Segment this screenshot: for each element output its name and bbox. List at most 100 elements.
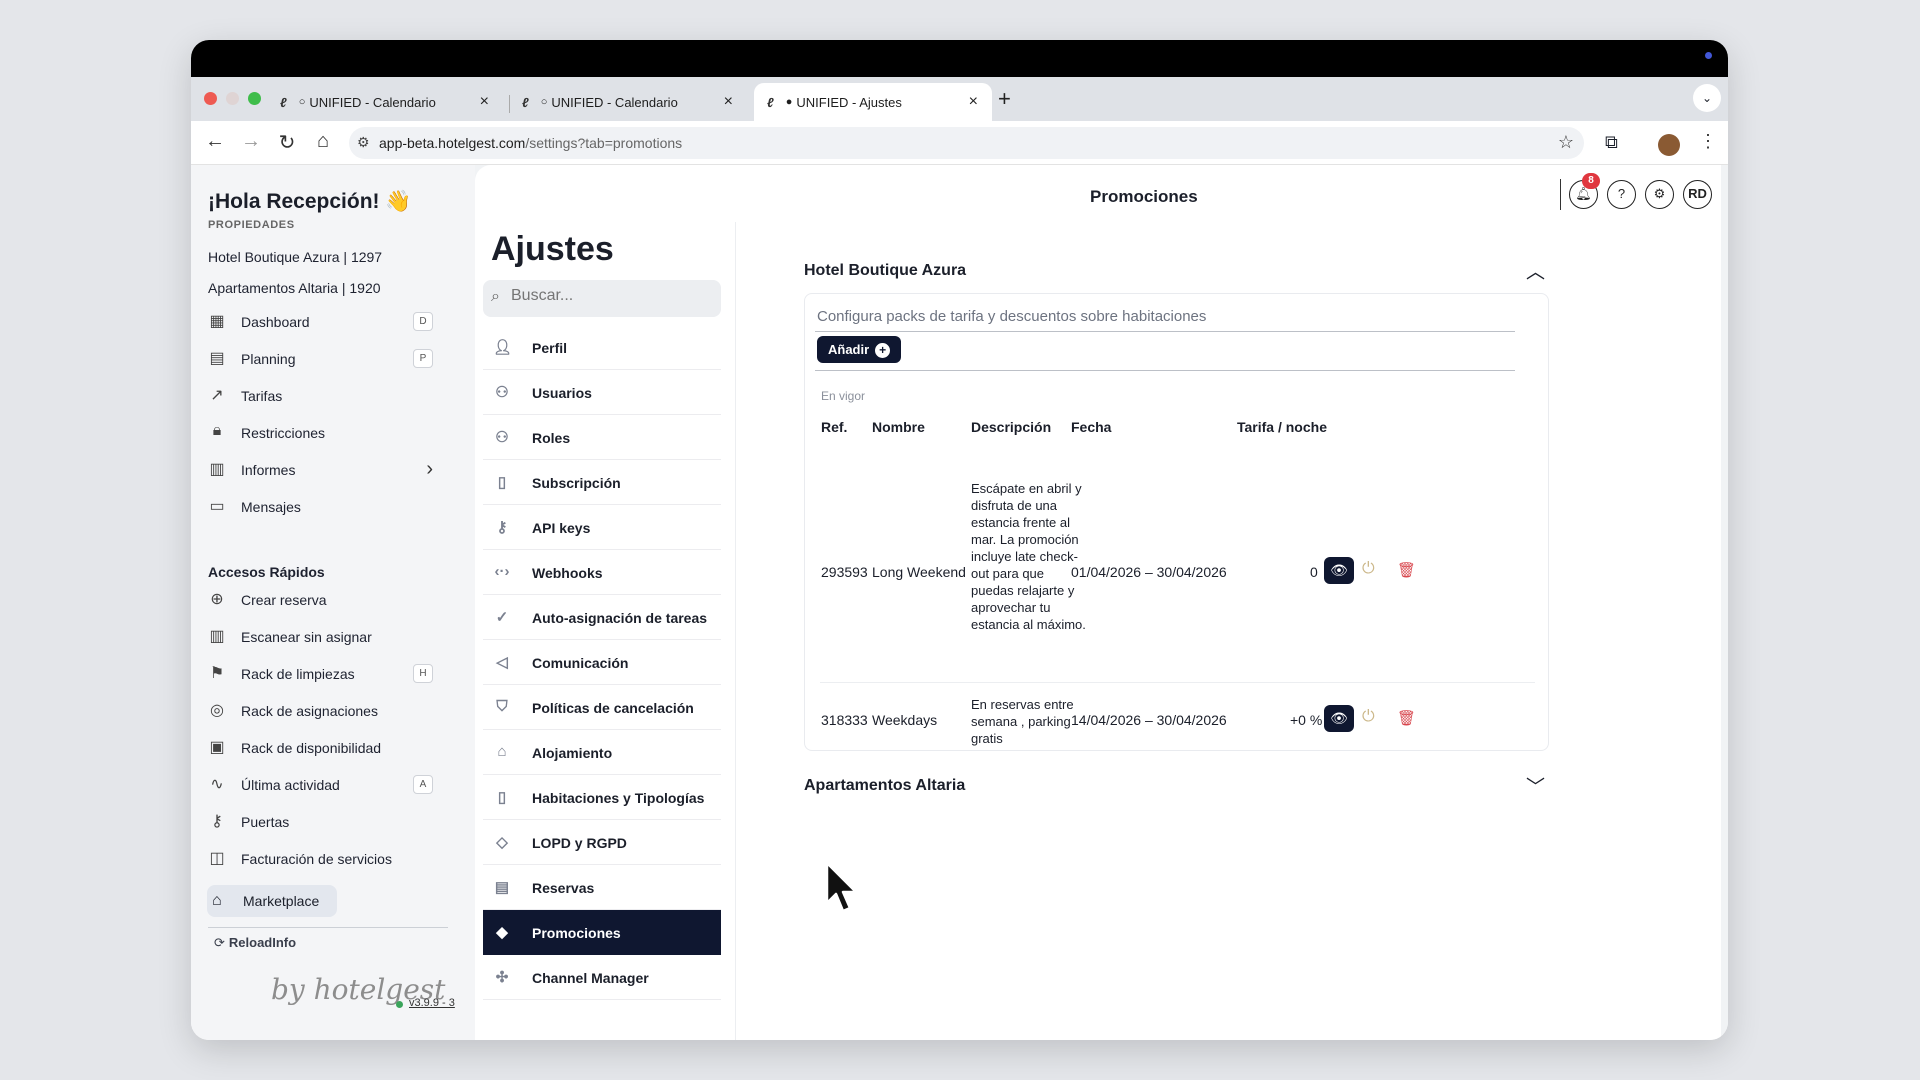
delete-trash-icon[interactable]: 🗑︎: [1397, 561, 1416, 579]
settings-item-channel-manager[interactable]: ✣ Channel Manager: [483, 955, 721, 1000]
settings-item-roles[interactable]: ⚇ Roles: [483, 415, 721, 460]
settings-item-alojamiento[interactable]: ⌂ Alojamiento: [483, 730, 721, 775]
megaphone-icon: ◁: [496, 654, 508, 671]
quick-item-rack-disponibilidad[interactable]: ▣ Rack de disponibilidad: [205, 734, 433, 762]
property-section-card-collapsed[interactable]: Apartamentos Altaria ﹀: [792, 765, 1555, 805]
add-promotion-button[interactable]: Añadir +: [817, 336, 902, 363]
row-rate: 0: [1310, 564, 1318, 580]
reload-icon[interactable]: ↻: [274, 130, 300, 155]
plus-icon: +: [875, 343, 891, 358]
row-ref: 318333: [821, 712, 868, 728]
settings-item-webhooks[interactable]: ‹·› Webhooks: [483, 550, 721, 595]
close-tab-icon[interactable]: ×: [480, 93, 489, 111]
quick-item-ultima-actividad[interactable]: ∿ Última actividad A: [205, 771, 433, 799]
tab-status-icon: ○: [540, 96, 548, 108]
help-button[interactable]: ?: [1607, 180, 1636, 209]
settings-item-auto-asignacion[interactable]: ✓ Auto-asignación de tareas: [483, 595, 721, 640]
view-promotion-button[interactable]: 👁︎: [1324, 557, 1354, 584]
nav-item-planning[interactable]: ▤ Planning P: [205, 345, 433, 373]
quick-item-facturacion[interactable]: ◫ Facturación de servicios: [205, 845, 433, 873]
settings-item-habitaciones[interactable]: ▯ Habitaciones y Tipologías: [483, 775, 721, 820]
quick-item-puertas[interactable]: ⚷ Puertas: [205, 808, 433, 836]
minimize-window-button[interactable]: [226, 92, 239, 105]
chevron-right-icon[interactable]: ›: [426, 458, 433, 481]
nav-item-dashboard[interactable]: ▦ Dashboard D: [205, 308, 433, 336]
settings-item-promociones[interactable]: ◆ Promociones: [483, 910, 721, 955]
tab-status-icon: ●: [785, 96, 793, 108]
reload-label: ReloadInfo: [228, 935, 297, 950]
url-path: /settings?tab=promotions: [525, 135, 683, 151]
power-toggle-icon[interactable]: ⏻: [1362, 560, 1375, 578]
search-input[interactable]: [511, 287, 711, 305]
check-circle-icon: ✓: [495, 609, 509, 626]
column-header-ref: Ref.: [821, 419, 848, 435]
version-link[interactable]: v3.9.9 - 3: [409, 997, 455, 1009]
maximize-window-button[interactable]: [248, 92, 261, 105]
property-item[interactable]: Hotel Boutique Azura | 1297: [208, 249, 382, 265]
profile-avatar[interactable]: [1658, 134, 1680, 156]
bookmark-star-icon[interactable]: ☆: [1558, 132, 1574, 153]
nav-item-tarifas[interactable]: ↗ Tarifas: [205, 382, 433, 410]
delete-trash-icon[interactable]: 🗑︎: [1397, 709, 1416, 727]
plus-circle-icon: ⊕: [210, 591, 224, 608]
close-tab-icon[interactable]: ×: [969, 93, 978, 111]
settings-item-label: Webhooks: [532, 565, 603, 581]
view-promotion-button[interactable]: 👁︎: [1324, 705, 1354, 732]
close-tab-icon[interactable]: ×: [724, 93, 733, 111]
quick-item-rack-asignaciones[interactable]: ◎ Rack de asignaciones: [205, 697, 433, 725]
tab-title: UNIFIED - Calendario: [551, 94, 678, 110]
column-header-rate: Tarifa / noche: [1237, 419, 1327, 435]
extensions-icon[interactable]: ⧉: [1605, 132, 1618, 153]
settings-item-usuarios[interactable]: ⚇ Usuarios: [483, 370, 721, 415]
new-tab-button[interactable]: +: [998, 86, 1011, 112]
puzzle-icon: ✣: [495, 969, 509, 986]
close-window-button[interactable]: [204, 92, 217, 105]
chevron-down-icon[interactable]: ﹀: [1526, 772, 1545, 799]
property-item[interactable]: Apartamentos Altaria | 1920: [208, 280, 381, 296]
browser-tab[interactable]: ℓ ○ UNIFIED - Calendario ×: [509, 83, 747, 121]
browser-menu-icon[interactable]: ⋮: [1699, 131, 1717, 152]
property-section-title[interactable]: Hotel Boutique Azura: [804, 262, 966, 280]
settings-item-subscripcion[interactable]: ▯ Subscripción: [483, 460, 721, 505]
settings-item-perfil[interactable]: 👤︎ Perfil: [483, 325, 721, 370]
settings-item-comunicacion[interactable]: ◁ Comunicación: [483, 640, 721, 685]
browser-tab-active[interactable]: ℓ ● UNIFIED - Ajustes ×: [754, 83, 992, 121]
chevron-up-icon[interactable]: ︿: [1526, 257, 1545, 284]
quick-item-escanear[interactable]: ▥ Escanear sin asignar: [205, 623, 433, 651]
reload-info-button[interactable]: ⟳ ReloadInfo: [214, 935, 296, 951]
quick-item-rack-limpiezas[interactable]: ⚑ Rack de limpiezas H: [205, 660, 433, 688]
nav-item-mensajes[interactable]: ▭ Mensajes: [205, 493, 433, 521]
forward-icon[interactable]: →: [238, 130, 264, 153]
browser-tab[interactable]: ℓ ○ UNIFIED - Calendario ×: [267, 83, 503, 121]
dashboard-icon: ▦: [209, 313, 225, 330]
address-bar[interactable]: ⚙ app-beta.hotelgest.com/settings?tab=pr…: [349, 127, 1584, 159]
power-toggle-icon[interactable]: ⏻: [1362, 708, 1375, 726]
settings-button[interactable]: ⚙: [1645, 180, 1674, 209]
report-icon: ▥: [209, 461, 225, 478]
divider: [815, 331, 1515, 332]
quick-item-crear-reserva[interactable]: ⊕ Crear reserva: [205, 586, 433, 614]
sidebar: ¡Hola Recepción! 👋 PROPIEDADES Hotel Bou…: [191, 165, 475, 1040]
settings-item-api-keys[interactable]: ⚷ API keys: [483, 505, 721, 550]
settings-item-lopd[interactable]: ◇ LOPD y RGPD: [483, 820, 721, 865]
settings-item-reservas[interactable]: ▤ Reservas: [483, 865, 721, 910]
settings-menu: 👤︎ Perfil ⚇ Usuarios ⚇ Roles ▯ Subscripción …: [483, 325, 721, 1000]
property-section-title[interactable]: Apartamentos Altaria: [804, 777, 965, 795]
back-icon[interactable]: ←: [202, 130, 228, 153]
page-title: Promociones: [1090, 187, 1198, 206]
nav-item-restricciones[interactable]: 🔒︎ Restricciones: [205, 419, 433, 447]
tab-search-button[interactable]: ⌄: [1693, 84, 1721, 112]
settings-item-label: Alojamiento: [532, 745, 613, 761]
marketplace-button[interactable]: ⌂ Marketplace: [207, 885, 337, 917]
nav-item-informes[interactable]: ▥ Informes ›: [205, 456, 433, 484]
user-avatar-button[interactable]: RD: [1683, 180, 1712, 209]
settings-search[interactable]: ⌕: [483, 280, 721, 317]
home-icon[interactable]: ⌂: [310, 130, 336, 153]
settings-item-politicas[interactable]: ⛉ Políticas de cancelación: [483, 685, 721, 730]
site-info-icon[interactable]: ⚙: [357, 134, 370, 151]
screen-bezel: [191, 40, 1728, 77]
settings-item-label: Promociones: [532, 925, 621, 941]
activity-icon: ∿: [210, 776, 224, 793]
nav-label: Rack de limpiezas: [241, 666, 355, 682]
nav-label: Dashboard: [241, 314, 310, 330]
